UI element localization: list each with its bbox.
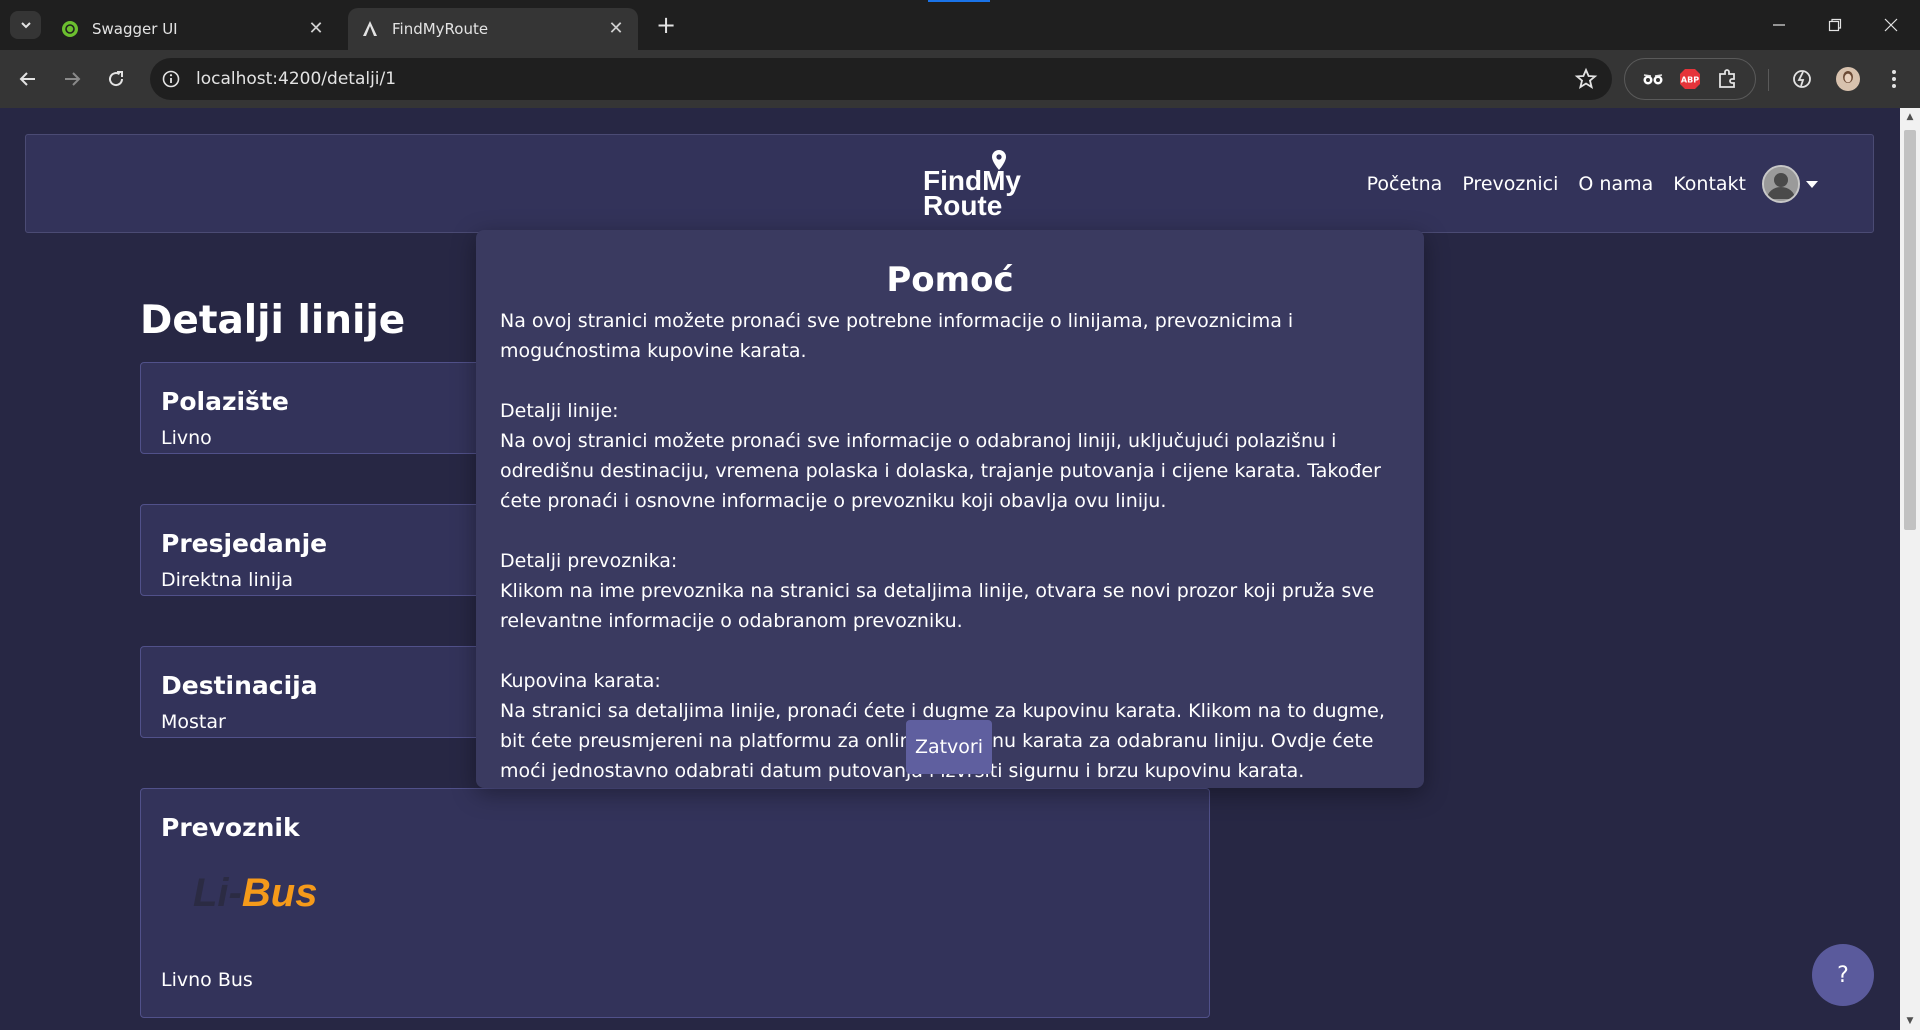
chevron-down-icon [1806,180,1818,188]
nav-contact[interactable]: Kontakt [1673,173,1746,195]
carrier-logo: Li-Bus [193,871,318,915]
scrollbar-thumb[interactable] [1904,130,1916,530]
site-navbar: FindMy Route Početna Prevoznici O nama K… [25,134,1874,233]
page-scrollbar[interactable]: ▲ ▼ [1900,108,1920,1030]
extensions-group: ABP [1624,58,1756,100]
minimize-button[interactable] [1750,0,1808,50]
abp-label: ABP [1681,76,1699,85]
browser-toolbar: localhost:4200/detalji/1 ABP [0,50,1920,108]
menu-kebab-icon[interactable] [1878,63,1910,95]
destination-label: Destinacija [161,671,318,700]
glasses-extension-icon[interactable] [1640,66,1666,92]
help-modal: Pomoć Na ovoj stranici možete pronaći sv… [476,230,1424,788]
section-heading: Kupovina karata: [500,670,661,692]
close-window-button[interactable] [1862,0,1920,50]
chevron-down-icon [20,22,31,29]
destination-value: Mostar [161,711,226,733]
modal-section: Detalji prevoznika: Klikom na ime prevoz… [500,546,1410,636]
forward-button[interactable] [56,63,88,95]
profile-avatar[interactable] [1832,63,1864,95]
tab-search-button[interactable] [10,11,41,39]
tab-swagger[interactable]: Swagger UI ✕ [48,8,338,50]
logo-line2: Route [923,190,1003,221]
site-info-icon[interactable] [150,58,192,100]
user-avatar-icon [1762,165,1800,203]
close-icon [1884,18,1898,32]
carrier-label: Prevoznik [161,813,300,842]
close-icon[interactable]: ✕ [306,19,326,39]
scroll-down-arrow-icon[interactable]: ▼ [1900,1012,1920,1030]
swagger-icon [60,19,80,39]
modal-title: Pomoć [886,260,1014,300]
arrow-right-icon [65,72,81,86]
nav-links: Početna Prevoznici O nama Kontakt [1347,165,1818,203]
loading-indicator [928,0,990,2]
section-heading: Detalji prevoznika: [500,550,678,572]
angular-icon [360,19,380,39]
origin-value: Livno [161,427,212,449]
new-tab-button[interactable]: + [652,11,680,39]
carrier-name-link[interactable]: Livno Bus [161,969,253,991]
scroll-up-arrow-icon[interactable]: ▲ [1900,108,1920,126]
minimize-icon [1773,24,1785,26]
restore-icon [1828,18,1842,32]
site-logo[interactable]: FindMy Route [898,149,1021,223]
modal-section: Detalji linije: Na ovoj stranici možete … [500,396,1410,516]
help-button[interactable]: ? [1812,944,1874,1006]
address-bar[interactable]: localhost:4200/detalji/1 [150,58,1612,100]
map-pin-icon [992,150,1006,170]
modal-intro: Na ovoj stranici možete pronaći sve potr… [500,310,1294,362]
section-text: Na ovoj stranici možete pronaći sve info… [500,430,1381,512]
reload-icon [109,71,124,87]
restore-button[interactable] [1806,0,1864,50]
transfer-value: Direktna linija [161,569,293,591]
page-title: Detalji linije [140,298,406,343]
close-icon[interactable]: ✕ [606,19,626,39]
user-menu-toggle[interactable] [1762,165,1818,203]
nav-about[interactable]: O nama [1578,173,1653,195]
nav-home[interactable]: Početna [1367,173,1443,195]
bookmark-star-icon[interactable] [1574,67,1598,91]
section-heading: Detalji linije: [500,400,619,422]
carrier-card: Prevoznik Li-Bus Livno Bus [140,788,1210,1018]
origin-label: Polazište [161,387,289,416]
nav-carriers[interactable]: Prevoznici [1462,173,1558,195]
page-viewport: FindMy Route Početna Prevoznici O nama K… [0,108,1920,1030]
reload-button[interactable] [100,63,132,95]
section-text: Klikom na ime prevoznika na stranici sa … [500,580,1375,632]
performance-icon[interactable] [1786,63,1818,95]
transfer-label: Presjedanje [161,529,328,558]
tab-title: Swagger UI [92,20,178,38]
puzzle-extensions-icon[interactable] [1714,66,1740,92]
adblock-plus-icon[interactable]: ABP [1677,66,1703,92]
arrow-left-icon [19,72,35,86]
browser-tab-bar: Swagger UI ✕ FindMyRoute ✕ + [0,0,1920,50]
tab-findmyroute[interactable]: FindMyRoute ✕ [348,8,638,50]
url-text[interactable]: localhost:4200/detalji/1 [192,69,396,89]
toolbar-separator [1768,69,1769,91]
tab-title: FindMyRoute [392,20,489,38]
close-modal-button[interactable]: Zatvori [906,720,992,774]
back-button[interactable] [12,63,44,95]
